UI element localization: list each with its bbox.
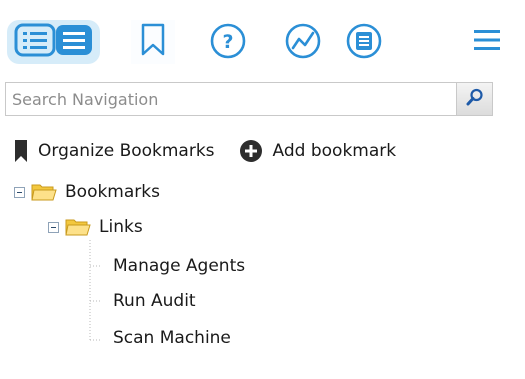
tree-leaf-manage-agents[interactable]: Manage Agents — [113, 252, 245, 280]
notes-button[interactable] — [341, 20, 387, 66]
tree-leaf-label: Manage Agents — [113, 256, 246, 276]
list-tree-icon — [14, 23, 94, 61]
tree-leaf-run-audit[interactable]: Run Audit — [113, 287, 196, 315]
tree-leaf-label: Run Audit — [113, 291, 196, 311]
bookmark-icon — [139, 23, 167, 61]
bookmarks-button[interactable] — [131, 20, 175, 64]
add-bookmark-label: Add bookmark — [272, 141, 397, 161]
collapse-toggle[interactable] — [48, 221, 59, 233]
tree-node-links[interactable]: Links — [48, 213, 143, 241]
plus-circle-icon — [239, 139, 263, 163]
trend-button[interactable] — [280, 20, 326, 66]
tree-node-bookmarks[interactable]: Bookmarks — [14, 178, 160, 206]
search-input[interactable] — [6, 83, 456, 115]
trend-chart-icon — [283, 21, 323, 65]
tree-leaf-label: Scan Machine — [113, 328, 231, 348]
add-bookmark-link[interactable]: Add bookmark — [239, 139, 397, 163]
bookmark-actions: Organize Bookmarks Add bookmark — [14, 134, 396, 168]
svg-text:?: ? — [222, 31, 233, 53]
organize-bookmarks-link[interactable]: Organize Bookmarks — [14, 139, 215, 163]
search-icon — [465, 87, 485, 111]
organize-bookmarks-label: Organize Bookmarks — [38, 141, 215, 161]
collapse-toggle[interactable] — [14, 186, 25, 198]
tree-view-button[interactable] — [7, 20, 100, 64]
help-circle-icon: ? — [208, 21, 248, 65]
search-bar — [5, 82, 493, 116]
search-button[interactable] — [456, 83, 492, 115]
menu-button[interactable] — [465, 22, 509, 62]
tree-leaf-scan-machine[interactable]: Scan Machine — [113, 324, 231, 352]
navigation-toolbar: ? — [0, 0, 525, 78]
hamburger-menu-icon — [472, 28, 502, 56]
notes-icon — [344, 21, 384, 65]
folder-open-icon — [31, 182, 57, 202]
help-button[interactable]: ? — [205, 20, 251, 66]
folder-open-icon — [65, 217, 91, 237]
bookmark-filled-icon — [14, 139, 28, 163]
tree-node-label: Bookmarks — [65, 182, 160, 202]
tree-node-label: Links — [99, 217, 143, 237]
tree-connector-lines — [89, 240, 100, 341]
